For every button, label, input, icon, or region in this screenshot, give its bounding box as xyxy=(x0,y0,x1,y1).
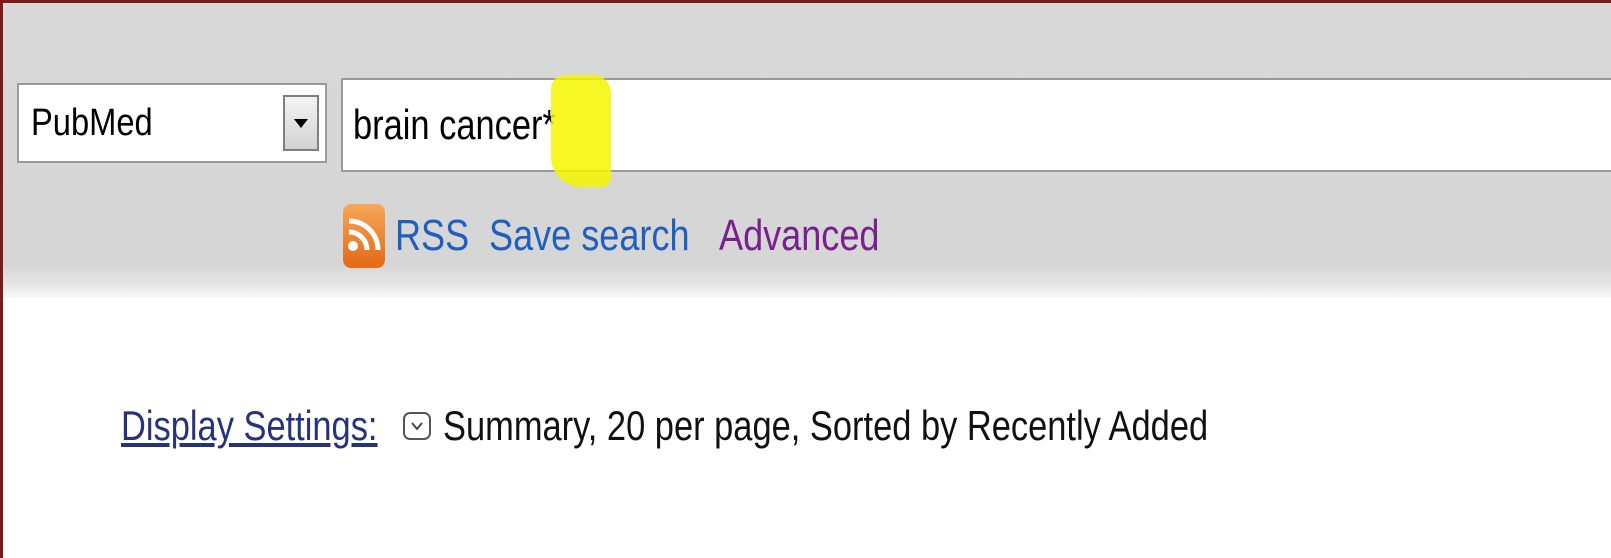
chevron-down-icon[interactable] xyxy=(403,412,431,440)
display-settings-summary: Summary, 20 per page, Sorted by Recently… xyxy=(443,402,1209,449)
search-input[interactable]: brain cancer* xyxy=(341,78,1611,172)
rss-link[interactable]: RSS xyxy=(395,201,469,271)
advanced-search-link[interactable]: Advanced xyxy=(719,201,883,271)
display-settings-link[interactable]: Display Settings: xyxy=(121,402,378,450)
dropdown-arrow-button[interactable] xyxy=(283,95,319,151)
database-select-value: PubMed xyxy=(31,102,153,144)
save-search-link[interactable]: Save search xyxy=(489,201,690,271)
display-settings-row: Display Settings: Summary, 20 per page, … xyxy=(121,391,1376,461)
search-query-text: brain cancer* xyxy=(353,101,556,148)
triangle-down-icon xyxy=(294,118,308,128)
search-links: RSS Save search Advanced xyxy=(343,201,919,271)
database-select[interactable]: PubMed xyxy=(17,83,327,163)
highlighter-annotation xyxy=(551,75,611,187)
page-frame: PubMed brain cancer* RSS Save search Adv… xyxy=(0,0,1611,558)
rss-feed-icon[interactable] xyxy=(343,204,385,268)
